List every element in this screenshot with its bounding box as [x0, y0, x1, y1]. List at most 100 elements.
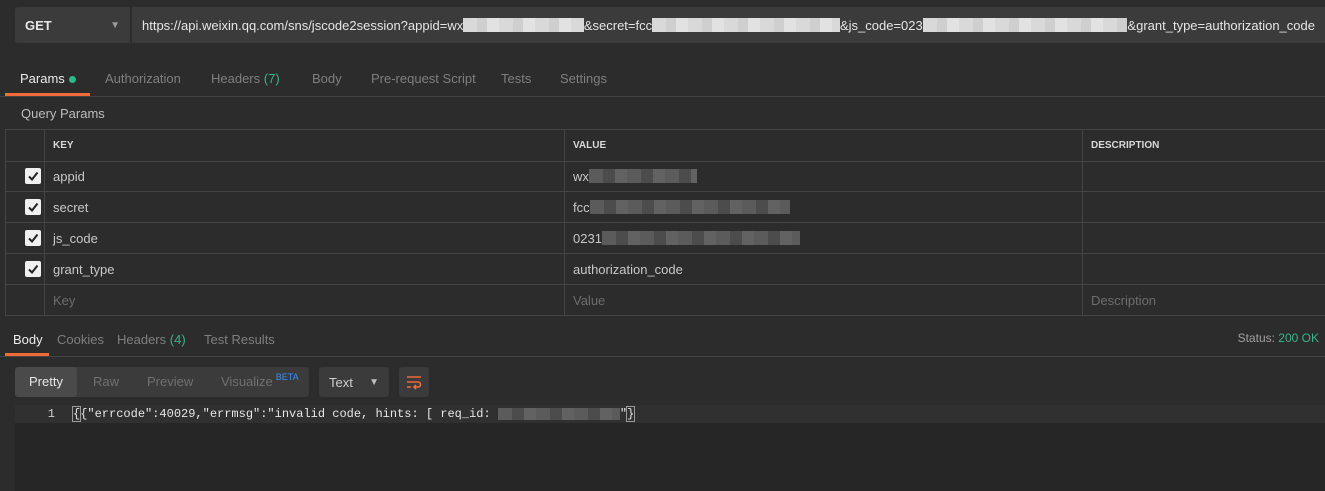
view-raw-button[interactable]: Raw [93, 367, 119, 397]
tab-label: Authorization [105, 71, 181, 86]
wrap-lines-button[interactable] [399, 367, 429, 397]
param-value-text: 0231 [573, 230, 602, 246]
url-part-3: &js_code=023 [839, 17, 923, 33]
view-visualize-button[interactable]: Visualize BETA [221, 367, 299, 397]
tab-authorization[interactable]: Authorization [105, 62, 181, 95]
query-params-title: Query Params [21, 106, 105, 121]
tab-label: Cookies [57, 332, 104, 347]
tab-label: Params [20, 71, 65, 86]
table-row: js_code 0231 [5, 223, 1325, 254]
visualize-label: Visualize [221, 374, 273, 389]
param-key[interactable]: grant_type [45, 254, 565, 284]
url-part-2: &secret=fcc [583, 17, 653, 33]
checkbox-checked-icon[interactable] [25, 230, 41, 246]
format-select-value: Text [329, 374, 353, 390]
status-value: 200 OK [1278, 331, 1319, 345]
table-row: appid wx [5, 161, 1325, 192]
tab-headers[interactable]: Headers (7) [211, 62, 280, 95]
table-header-row: KEY VALUE DESCRIPTION [5, 129, 1325, 162]
redacted-req-id [497, 407, 620, 420]
status-label: Status: [1237, 331, 1275, 345]
tab-label: Body [13, 332, 43, 347]
param-value[interactable]: wx [565, 161, 1083, 191]
checkbox-checked-icon[interactable] [25, 199, 41, 215]
tab-label: Test Results [204, 332, 275, 347]
redacted-secret [652, 18, 840, 32]
method-select[interactable]: GET ▼ [15, 7, 130, 43]
tab-cookies[interactable]: Cookies [57, 323, 104, 356]
line-number: 1 [47, 407, 55, 421]
column-header-value: VALUE [573, 140, 607, 151]
active-tab-underline [5, 93, 90, 96]
param-key[interactable]: secret [45, 192, 565, 222]
tab-tests[interactable]: Tests [501, 62, 531, 95]
url-part-1: https://api.weixin.qq.com/sns/jscode2ses… [142, 17, 464, 33]
view-mode-toggle: Pretty Raw Preview Visualize BETA [15, 367, 309, 397]
table-row-new: Key Value Description [5, 285, 1325, 316]
table-divider [5, 129, 6, 316]
response-body-line: {{"errcode":40029,"errmsg":"invalid code… [71, 405, 636, 423]
redacted-value [589, 200, 790, 214]
request-tabs: Params Authorization Headers (7) Body Pr… [0, 62, 1325, 97]
tab-body[interactable]: Body [312, 62, 342, 95]
response-body-viewer[interactable]: 1 {{"errcode":40029,"errmsg":"invalid co… [15, 405, 1325, 491]
wrap-lines-icon [407, 376, 422, 390]
close-brace: } [626, 406, 636, 422]
chevron-down-icon: ▼ [110, 19, 120, 31]
param-value-text: fcc [573, 199, 590, 215]
param-description[interactable] [1083, 254, 1325, 284]
column-header-description: DESCRIPTION [1091, 140, 1160, 151]
url-part-4: &grant_type=authorization_code [1127, 17, 1315, 33]
view-pretty-button[interactable]: Pretty [15, 367, 77, 397]
tab-count: (4) [169, 332, 186, 347]
active-tab-underline [5, 353, 49, 356]
new-value-input[interactable]: Value [565, 285, 1083, 315]
view-preview-button[interactable]: Preview [147, 367, 193, 397]
redacted-appid [463, 18, 584, 32]
checkbox-checked-icon[interactable] [25, 168, 41, 184]
tab-pre-request-script[interactable]: Pre-request Script [371, 62, 476, 95]
table-row: grant_type authorization_code [5, 254, 1325, 285]
column-header-key: KEY [53, 140, 74, 151]
table-divider [564, 129, 565, 316]
response-text-after: " [619, 407, 628, 421]
param-key[interactable]: appid [45, 161, 565, 191]
tab-label: Settings [560, 71, 607, 86]
new-key-input[interactable]: Key [45, 285, 565, 315]
format-select[interactable]: Text ▼ [319, 367, 389, 397]
tab-label: Pre-request Script [371, 71, 476, 86]
response-tabs: Body Cookies Headers (4) Test Results [0, 323, 1325, 357]
redacted-value [601, 231, 800, 245]
param-key[interactable]: js_code [45, 223, 565, 253]
url-input[interactable]: https://api.weixin.qq.com/sns/jscode2ses… [132, 7, 1325, 43]
new-description-input[interactable]: Description [1083, 285, 1325, 315]
param-description[interactable] [1083, 161, 1325, 191]
method-label: GET [25, 17, 52, 33]
tab-response-body[interactable]: Body [13, 323, 43, 356]
param-value[interactable]: authorization_code [565, 254, 1083, 284]
response-status: Status: 200 OK [1238, 331, 1319, 345]
redacted-js-code [922, 18, 1128, 32]
tab-label: Body [312, 71, 342, 86]
checkbox-checked-icon[interactable] [25, 261, 41, 277]
tab-settings[interactable]: Settings [560, 62, 607, 95]
param-description[interactable] [1083, 223, 1325, 253]
response-text-before: {"errcode":40029,"errmsg":"invalid code,… [80, 407, 498, 421]
tab-test-results[interactable]: Test Results [204, 323, 275, 356]
modified-dot-icon [68, 76, 76, 84]
tab-params[interactable]: Params [20, 62, 76, 95]
tab-response-headers[interactable]: Headers (4) [117, 323, 186, 356]
param-value[interactable]: fcc [565, 192, 1083, 222]
table-row: secret fcc [5, 192, 1325, 223]
tab-count: (7) [263, 71, 280, 86]
chevron-down-icon: ▼ [369, 376, 379, 388]
beta-badge: BETA [275, 372, 299, 382]
table-divider [1082, 129, 1083, 316]
table-divider [44, 129, 45, 316]
param-description[interactable] [1083, 192, 1325, 222]
param-value-text: wx [573, 168, 589, 184]
tab-label: Headers [117, 332, 167, 347]
params-table: KEY VALUE DESCRIPTION appid wx secret fc… [5, 129, 1325, 316]
tab-label: Tests [501, 71, 532, 86]
param-value[interactable]: 0231 [565, 223, 1083, 253]
